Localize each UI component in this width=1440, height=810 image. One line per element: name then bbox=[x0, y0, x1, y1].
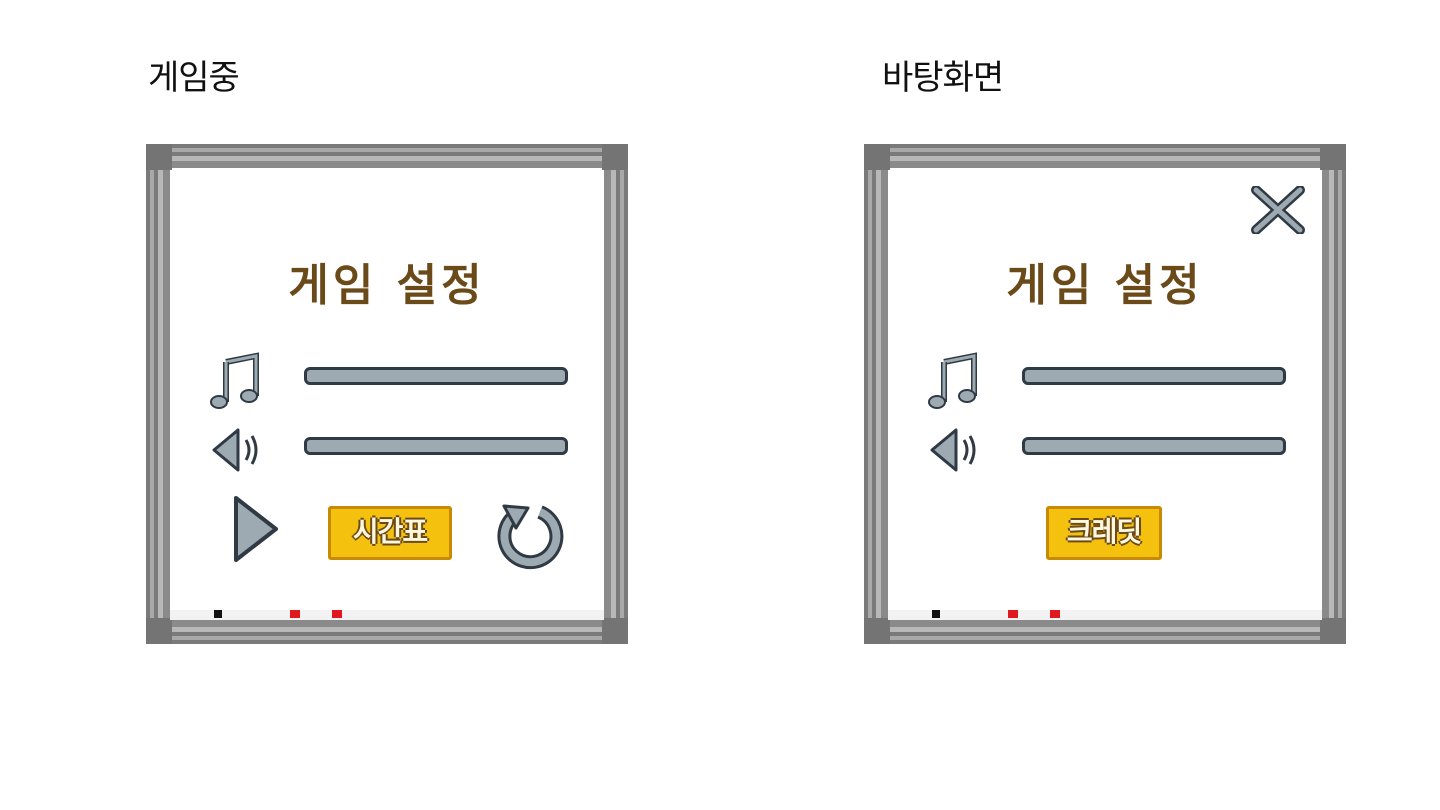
frame-corner bbox=[864, 618, 890, 644]
strip-marker bbox=[214, 610, 222, 618]
settings-title: 게임 설정 bbox=[288, 260, 486, 311]
panel-frame-right bbox=[604, 168, 628, 620]
sound-volume-slider[interactable] bbox=[304, 437, 568, 455]
caption-in-game: 게임중 bbox=[148, 58, 240, 98]
frame-corner bbox=[864, 144, 890, 170]
settings-panel-in-game: 게임 설정 시간표 bbox=[146, 144, 628, 644]
strip-marker bbox=[332, 610, 342, 618]
panel-frame-right bbox=[1322, 168, 1346, 620]
strip-marker bbox=[290, 610, 300, 618]
music-volume-slider[interactable] bbox=[304, 367, 568, 385]
panel-frame-bottom bbox=[888, 620, 1322, 644]
speaker-icon bbox=[212, 428, 258, 472]
frame-corner bbox=[146, 618, 172, 644]
frame-corner bbox=[602, 618, 628, 644]
bottom-strip bbox=[888, 610, 1322, 620]
bottom-strip bbox=[170, 610, 604, 620]
speaker-icon bbox=[930, 428, 976, 472]
strip-marker bbox=[1008, 610, 1018, 618]
settings-title: 게임 설정 bbox=[1006, 260, 1204, 311]
credit-button[interactable]: 크레딧 bbox=[1046, 506, 1162, 560]
timetable-button[interactable]: 시간표 bbox=[328, 506, 452, 560]
panel-frame-top bbox=[888, 144, 1322, 168]
restart-icon[interactable] bbox=[494, 498, 566, 570]
close-icon[interactable] bbox=[1250, 186, 1306, 234]
strip-marker bbox=[932, 610, 940, 618]
music-volume-slider[interactable] bbox=[1022, 367, 1286, 385]
play-icon[interactable] bbox=[230, 494, 282, 564]
caption-desktop: 바탕화면 bbox=[882, 58, 1004, 98]
frame-corner bbox=[1320, 144, 1346, 170]
frame-corner bbox=[602, 144, 628, 170]
frame-corner bbox=[1320, 618, 1346, 644]
frame-corner bbox=[146, 144, 172, 170]
panel-frame-top bbox=[170, 144, 604, 168]
settings-panel-desktop: 게임 설정 크레딧 bbox=[864, 144, 1346, 644]
panel-frame-left bbox=[864, 168, 888, 620]
music-note-icon bbox=[210, 352, 259, 409]
panel-frame-left bbox=[146, 168, 170, 620]
strip-marker bbox=[1050, 610, 1060, 618]
sound-volume-slider[interactable] bbox=[1022, 437, 1286, 455]
panel-frame-bottom bbox=[170, 620, 604, 644]
music-note-icon bbox=[928, 352, 977, 409]
